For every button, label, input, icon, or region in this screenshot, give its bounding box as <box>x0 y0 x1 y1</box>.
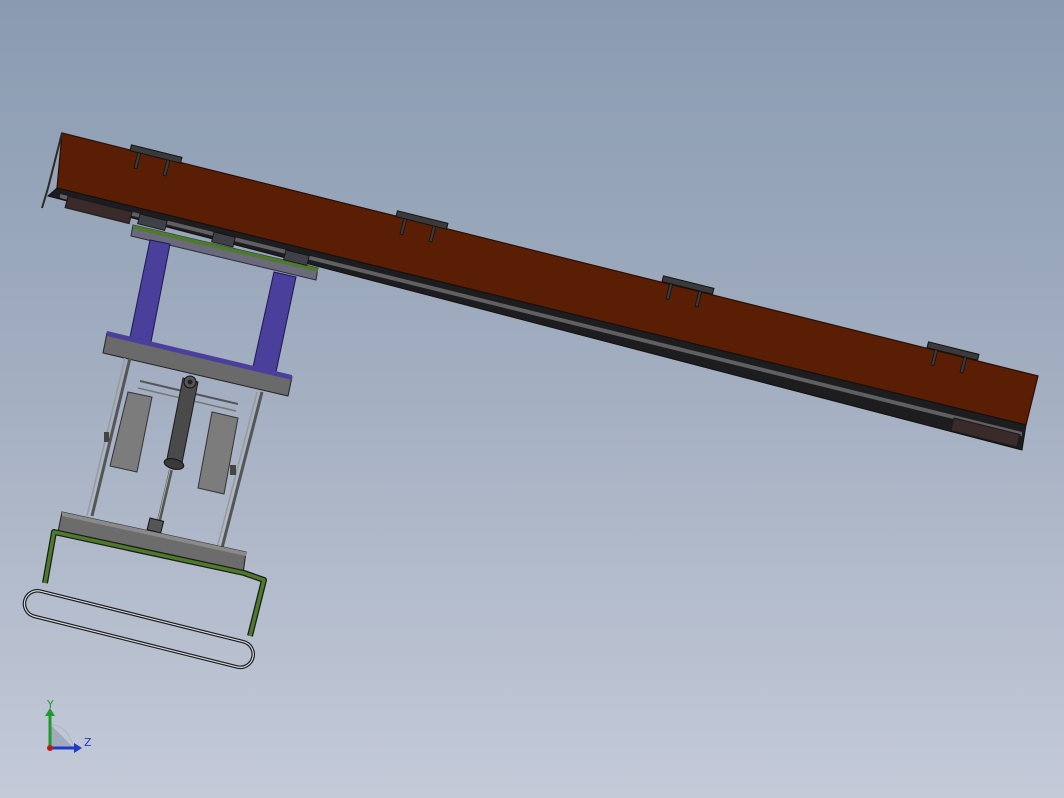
z-axis-label: Z <box>84 736 92 749</box>
right-column <box>252 271 297 373</box>
hydraulic-cylinder[interactable] <box>146 375 199 534</box>
cad-model-view[interactable] <box>0 0 1064 798</box>
z-axis-arrowhead <box>74 743 82 753</box>
axis-triad: Y Z <box>45 700 92 753</box>
y-axis-label: Y <box>46 700 54 711</box>
triad-origin <box>47 745 53 751</box>
track-belt[interactable] <box>22 588 256 670</box>
left-column <box>129 239 171 343</box>
boom-underside-light <box>60 194 1022 436</box>
triad-plane-shade <box>50 724 74 748</box>
graphics-viewport[interactable]: Y Z <box>0 0 1064 798</box>
boom-underside <box>46 187 1027 451</box>
boom-top-face <box>56 132 1039 426</box>
